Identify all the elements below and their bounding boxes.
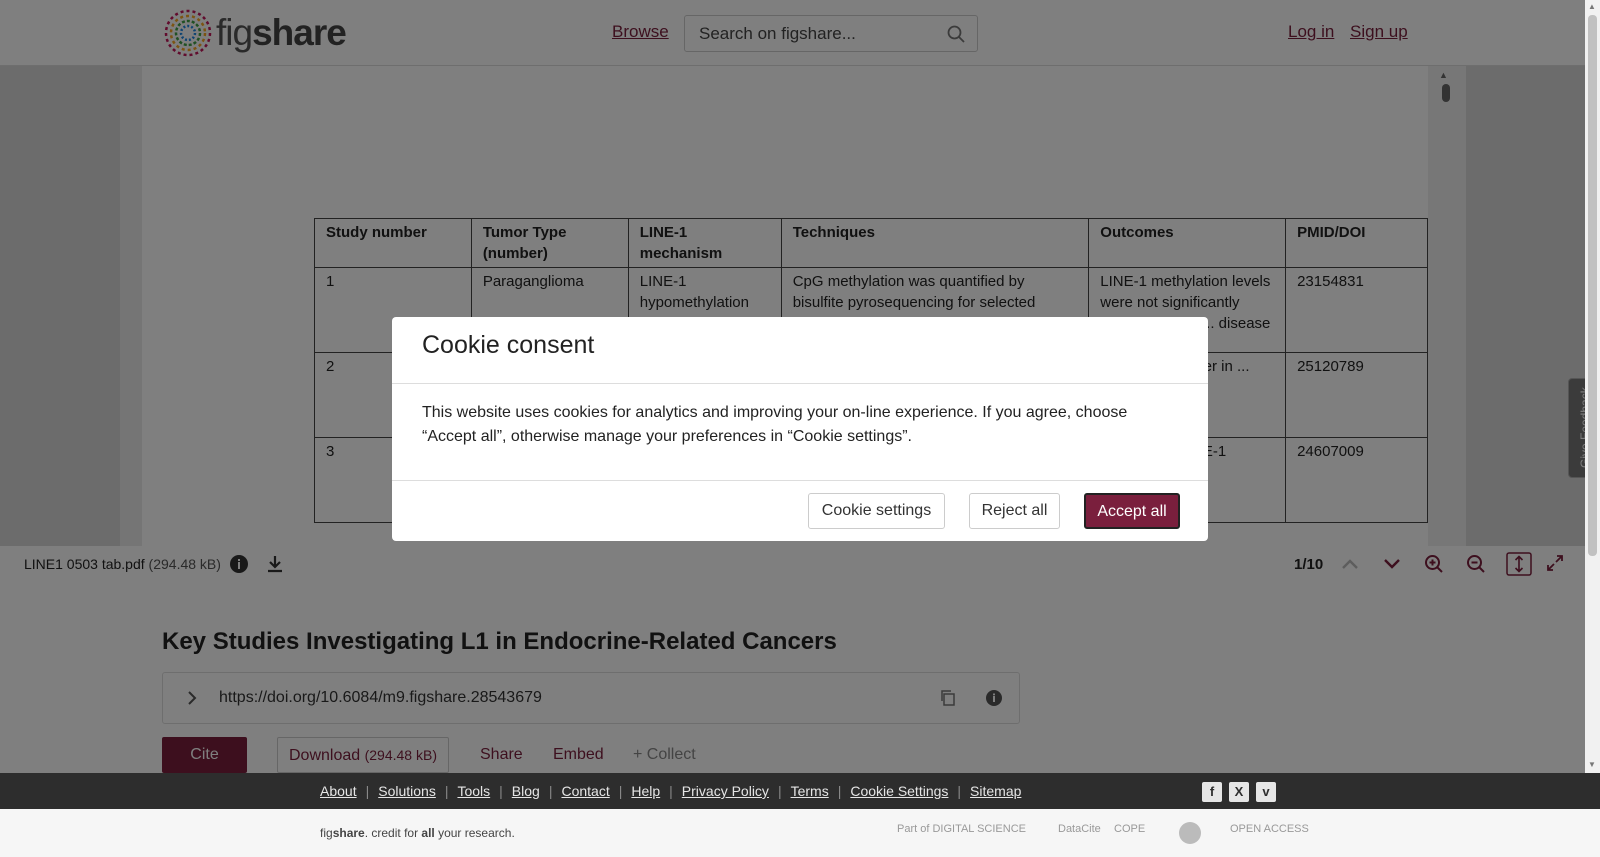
vimeo-icon[interactable]: v [1256, 782, 1276, 802]
cookie-dialog-title: Cookie consent [422, 331, 595, 359]
footer-links-bar: About | Solutions | Tools | Blog | Contact | … [0, 773, 1600, 809]
divider [392, 480, 1208, 481]
cookie-dialog-text: This website uses cookies for analytics … [422, 404, 1128, 445]
footer-link-blog[interactable]: Blog [512, 783, 540, 799]
footer-links: About | Solutions | Tools | Blog | Contact | … [320, 783, 1022, 799]
footer-link-tools[interactable]: Tools [457, 783, 490, 799]
footer-link-cookie-settings[interactable]: Cookie Settings [850, 783, 948, 799]
x-twitter-icon[interactable]: X [1229, 782, 1249, 802]
footer-link-about[interactable]: About [320, 783, 357, 799]
cookie-consent-dialog: Cookie consent This website uses cookies… [392, 317, 1208, 541]
accept-all-button[interactable]: Accept all [1084, 493, 1180, 529]
footer-link-terms[interactable]: Terms [791, 783, 829, 799]
footer-link-privacy[interactable]: Privacy Policy [682, 783, 769, 799]
page-scrollbar[interactable]: ▲ ▼ [1585, 0, 1600, 773]
divider [392, 383, 1208, 384]
footer-link-contact[interactable]: Contact [561, 783, 609, 799]
datacite-logo[interactable]: DataCite [1058, 823, 1101, 835]
footer-tagline: figshare. credit for all your research. [320, 826, 515, 840]
footer-link-sitemap[interactable]: Sitemap [970, 783, 1021, 799]
globe-logo-icon[interactable] [1178, 821, 1202, 845]
digital-science-logo[interactable]: Part of DIGITAL SCIENCE [897, 823, 1026, 835]
cope-logo[interactable]: COPE [1114, 823, 1145, 835]
cookie-settings-button[interactable]: Cookie settings [808, 493, 945, 529]
scroll-down-icon[interactable]: ▼ [1588, 760, 1596, 769]
footer-partners-bar: figshare. credit for all your research. … [0, 809, 1600, 857]
scroll-up-icon[interactable]: ▲ [1588, 2, 1596, 11]
footer-link-solutions[interactable]: Solutions [378, 783, 436, 799]
facebook-icon[interactable]: f [1202, 782, 1222, 802]
footer-link-help[interactable]: Help [631, 783, 660, 799]
page-scroll-thumb[interactable] [1588, 15, 1597, 556]
open-access-logo[interactable]: OPEN ACCESS [1230, 823, 1309, 835]
reject-all-button[interactable]: Reject all [969, 493, 1060, 529]
